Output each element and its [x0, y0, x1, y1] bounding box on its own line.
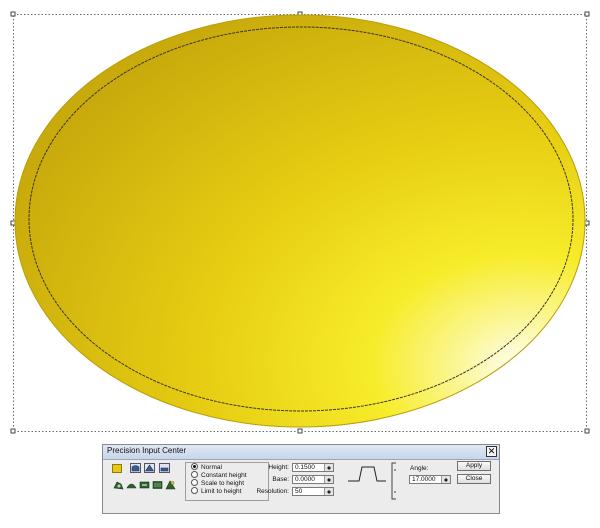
radio-limit-to-height[interactable]	[191, 487, 198, 494]
handle-middle-right[interactable]	[584, 220, 590, 226]
height-label: Height:	[268, 464, 289, 471]
mode-option-limit-to-height[interactable]: Limit to height	[191, 487, 242, 496]
radio-constant-height[interactable]	[191, 471, 198, 478]
sweep-tool-icon[interactable]	[113, 480, 124, 490]
sculpt-tool-icon[interactable]	[165, 480, 176, 490]
peak-shape-icon[interactable]	[144, 463, 155, 473]
handle-bottom-center[interactable]	[297, 428, 303, 434]
handle-top-right[interactable]	[584, 11, 590, 17]
bevel-tool-icon[interactable]	[139, 480, 150, 490]
resolution-field[interactable]: 50	[292, 487, 334, 496]
angle-field[interactable]: 17.0000	[409, 475, 451, 484]
emboss-tool-icon[interactable]	[126, 480, 137, 490]
mode-label-limit-to-height: Limit to height	[201, 488, 242, 496]
close-icon[interactable]: ✕	[486, 446, 497, 457]
resolution-label: Resolution:	[256, 488, 289, 495]
radio-normal[interactable]	[191, 463, 198, 470]
height-value: 0.1500	[295, 464, 315, 471]
angle-spinner[interactable]	[441, 476, 450, 483]
base-spinner[interactable]	[324, 476, 333, 483]
color-swatch[interactable]	[112, 464, 122, 473]
design-canvas[interactable]	[0, 0, 600, 440]
profile-preview	[348, 466, 386, 482]
angle-bracket-icon	[391, 462, 396, 500]
texture-tool-icon[interactable]	[152, 480, 163, 490]
angle-value: 17.0000	[412, 476, 436, 483]
precision-input-center-dialog: Precision Input Center ✕ Normal Constant…	[102, 444, 500, 514]
base-value: 0.0000	[295, 476, 315, 483]
handle-bottom-left[interactable]	[10, 428, 16, 434]
dialog-title: Precision Input Center	[107, 446, 187, 455]
height-field[interactable]: 0.1500	[292, 463, 334, 472]
radio-scale-to-height[interactable]	[191, 479, 198, 486]
emboss-shape-icon[interactable]	[130, 463, 141, 473]
base-field[interactable]: 0.0000	[292, 475, 334, 484]
mode-label-scale-to-height: Scale to height	[201, 480, 245, 488]
flat-shape-icon[interactable]	[159, 463, 170, 473]
height-spinner[interactable]	[324, 464, 333, 471]
resolution-spinner[interactable]	[324, 488, 333, 495]
handle-middle-left[interactable]	[10, 220, 16, 226]
mode-option-scale-to-height[interactable]: Scale to height	[191, 479, 245, 488]
resolution-value: 50	[295, 488, 303, 495]
gold-oval-shape[interactable]	[14, 14, 586, 428]
mode-option-constant-height[interactable]: Constant height	[191, 471, 247, 480]
dialog-titlebar[interactable]: Precision Input Center ✕	[103, 445, 499, 460]
close-button[interactable]: Close	[457, 474, 491, 484]
handle-top-left[interactable]	[10, 11, 16, 17]
handle-bottom-right[interactable]	[584, 428, 590, 434]
mode-label-normal: Normal	[201, 464, 222, 472]
angle-label: Angle:	[410, 465, 429, 472]
apply-button[interactable]: Apply	[457, 461, 491, 471]
mode-label-constant-height: Constant height	[201, 472, 247, 480]
base-label: Base:	[272, 476, 289, 483]
